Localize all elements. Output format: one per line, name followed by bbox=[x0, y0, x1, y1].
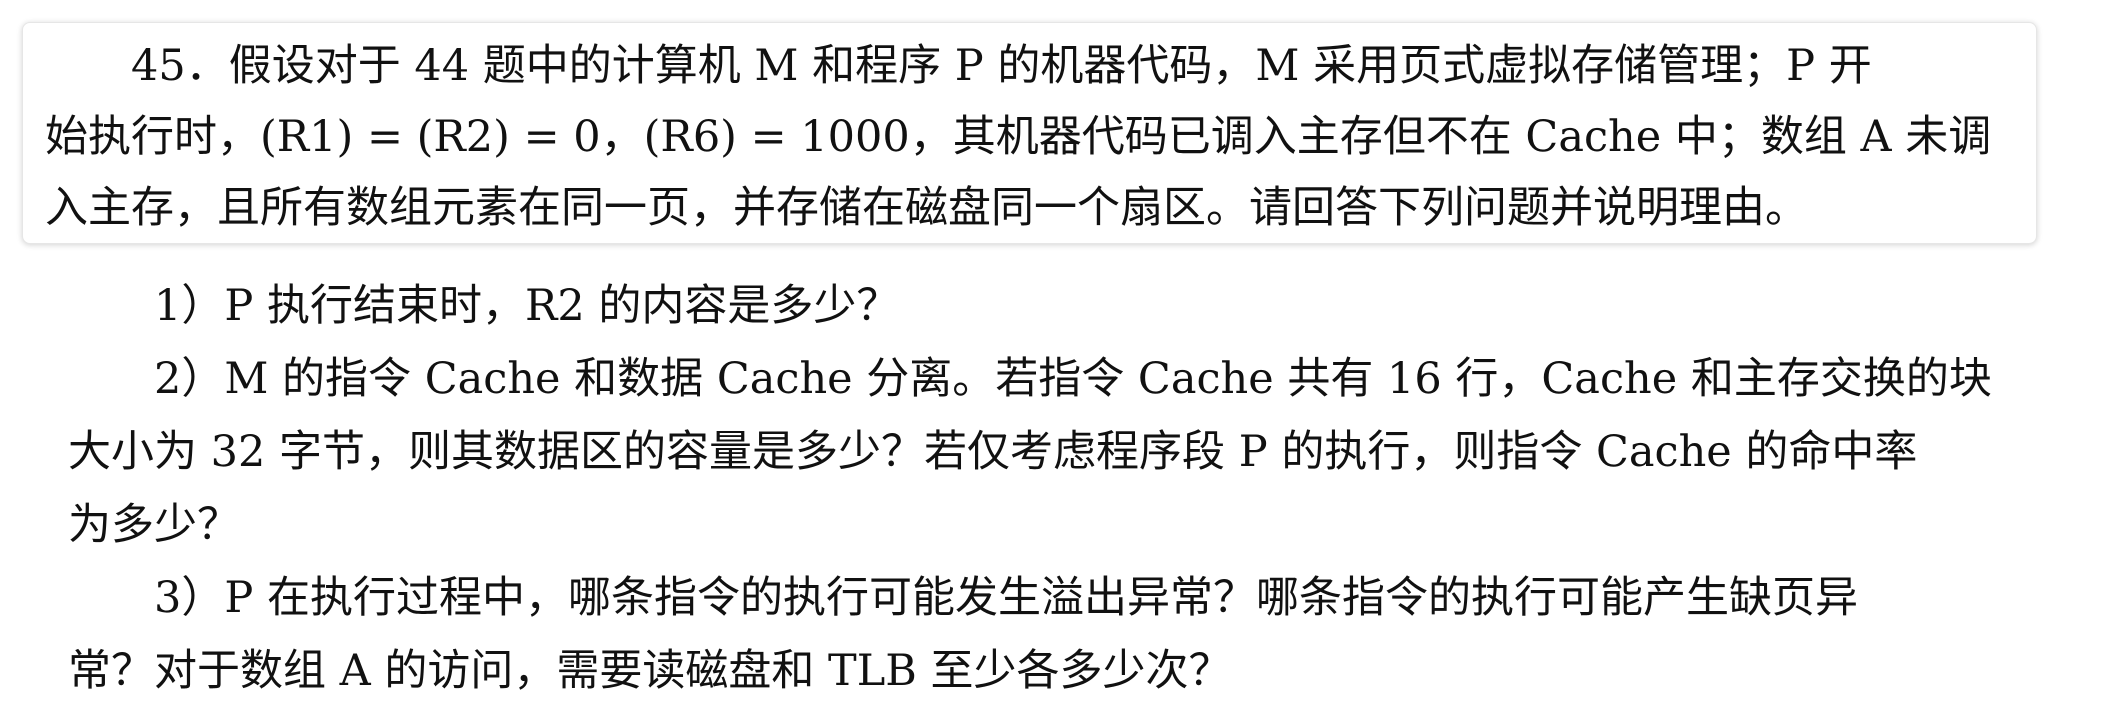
question-line-1: 45．假设对于 44 题中的计算机 M 和程序 P 的机器代码，M 采用页式虚拟… bbox=[45, 41, 1872, 91]
subquestion-2-line-3: 为多少？ bbox=[68, 500, 240, 550]
subquestion-3-line-1: 3）P 在执行过程中，哪条指令的执行可能发生溢出异常？哪条指令的执行可能产生缺页… bbox=[68, 573, 1858, 623]
question-line-3: 入主存，且所有数组元素在同一页，并存储在磁盘同一个扇区。请回答下列问题并说明理由… bbox=[45, 183, 1808, 233]
subquestion-1-line-1: 1）P 执行结束时，R2 的内容是多少？ bbox=[68, 281, 900, 331]
question-box: 45．假设对于 44 题中的计算机 M 和程序 P 的机器代码，M 采用页式虚拟… bbox=[22, 22, 2037, 244]
subquestion-2-line-2: 大小为 32 字节，则其数据区的容量是多少？若仅考虑程序段 P 的执行，则指令 … bbox=[68, 427, 1918, 477]
subquestion-3-line-2: 常？对于数组 A 的访问，需要读磁盘和 TLB 至少各多少次？ bbox=[68, 646, 1232, 696]
question-line-2: 始执行时，(R1) = (R2) = 0，(R6) = 1000，其机器代码已调… bbox=[45, 112, 1992, 162]
subquestion-2-line-1: 2）M 的指令 Cache 和数据 Cache 分离。若指令 Cache 共有 … bbox=[68, 354, 1992, 404]
